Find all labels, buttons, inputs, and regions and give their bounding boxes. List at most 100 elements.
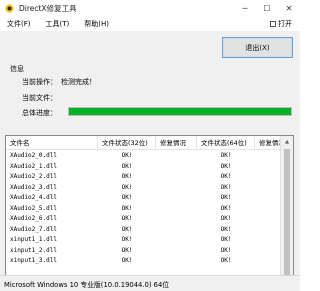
pin-label: 打开	[278, 20, 292, 28]
table-row[interactable]: xinput1_1.dll OK! OK!	[6, 235, 281, 246]
table-row[interactable]: xinput1_2.dll OK! OK!	[6, 246, 281, 257]
status32-cell: OK!	[121, 236, 133, 243]
file-name-cell: xinput1_1.dll	[10, 236, 57, 243]
os-info-text: Microsoft Windows 10 专业版(10.0.19044.0) 6…	[4, 280, 170, 289]
repair64-cell	[255, 193, 281, 204]
status32-cell: OK!	[121, 194, 133, 201]
status32-cell: OK!	[121, 183, 133, 191]
app-icon	[5, 4, 14, 13]
status64-cell: OK!	[220, 204, 232, 212]
close-button[interactable]: ✕	[278, 0, 300, 17]
current-op-label: 当前操作：	[22, 78, 57, 86]
progress-label: 总体进度：	[22, 109, 57, 117]
column-header-repair64[interactable]: 修复情况	[255, 136, 281, 150]
current-op-row: 当前操作： 检测完成！	[22, 77, 96, 87]
table-row[interactable]: XAudio2_4.dll OK! OK!	[6, 193, 281, 204]
file-name-cell: XAudio2_1.dll	[10, 162, 57, 170]
status32-cell: OK!	[121, 257, 133, 264]
status-bar: Microsoft Windows 10 专业版(10.0.19044.0) 6…	[0, 275, 300, 291]
table-row[interactable]: XAudio2_1.dll OK! OK!	[6, 162, 281, 173]
pin-checkbox[interactable]	[270, 21, 276, 27]
table-row[interactable]: XAudio2_5.dll OK! OK!	[6, 204, 281, 215]
table-row[interactable]: XAudio2_7.dll OK! OK!	[6, 225, 281, 236]
repair32-cell	[156, 235, 197, 246]
vertical-scrollbar[interactable]: ▲ ▼	[280, 136, 293, 291]
column-header-status64[interactable]: 文件状态(64位)	[197, 136, 255, 150]
repair32-cell	[156, 204, 197, 215]
file-name-cell: XAudio2_3.dll	[10, 183, 57, 191]
repair64-cell	[255, 235, 281, 246]
menu-file[interactable]: 文件(F)	[0, 19, 39, 29]
scroll-thumb[interactable]	[284, 149, 290, 288]
status64-cell: OK!	[220, 152, 232, 159]
column-header-filename[interactable]: 文件名	[6, 136, 98, 150]
progress-row: 总体进度：	[22, 108, 57, 118]
repair64-cell	[255, 214, 281, 225]
status64-cell: OK!	[220, 162, 232, 170]
table-row[interactable]: XAudio2_3.dll OK! OK!	[6, 183, 281, 194]
repair64-cell	[255, 183, 281, 194]
repair64-cell	[255, 172, 281, 183]
info-section-label: 信息	[10, 65, 24, 73]
file-name-cell: XAudio2_5.dll	[10, 204, 57, 212]
current-op-value: 检测完成！	[61, 78, 96, 86]
status64-cell: OK!	[220, 194, 232, 201]
menu-bar: 文件(F) 工具(T) 帮助(H) 打开	[0, 17, 300, 31]
file-name-cell: XAudio2_2.dll	[10, 173, 57, 180]
scroll-up-arrow-icon[interactable]: ▲	[281, 136, 293, 148]
overall-progress-bar	[68, 107, 292, 116]
file-name-cell: XAudio2_4.dll	[10, 194, 57, 201]
main-panel: 退出(X) 信息 当前操作： 检测完成！ 当前文件： 总体进度： 文件名 文件状…	[0, 31, 300, 291]
minimize-button[interactable]: ─	[234, 0, 256, 17]
status32-cell: OK!	[121, 215, 133, 222]
menu-tools[interactable]: 工具(T)	[39, 19, 78, 29]
current-file-label: 当前文件：	[22, 94, 57, 102]
status64-cell: OK!	[220, 183, 232, 191]
repair32-cell	[156, 162, 197, 173]
maximize-button[interactable]: ☐	[256, 0, 278, 17]
file-name-cell: XAudio2_6.dll	[10, 215, 57, 222]
repair32-cell	[156, 256, 197, 267]
file-name-cell: xinput1_2.dll	[10, 246, 57, 254]
repair64-cell	[255, 246, 281, 257]
repair64-cell	[255, 162, 281, 173]
table-row[interactable]: XAudio2_6.dll OK! OK!	[6, 214, 281, 225]
pin-toggle[interactable]: 打开	[270, 17, 292, 31]
file-status-table[interactable]: 文件名 文件状态(32位) 修复情况 文件状态(64位) 修复情况 XAudio…	[5, 135, 294, 291]
repair64-cell	[255, 225, 281, 236]
repair32-cell	[156, 151, 197, 162]
column-header-repair32[interactable]: 修复情况	[156, 136, 197, 150]
repair32-cell	[156, 214, 197, 225]
status32-cell: OK!	[121, 152, 133, 159]
status64-cell: OK!	[220, 225, 232, 233]
file-name-cell: XAudio2_0.dll	[10, 152, 57, 159]
file-name-cell: XAudio2_7.dll	[10, 225, 57, 233]
window-title: DirectX修复工具	[19, 4, 77, 13]
title-bar: DirectX修复工具 ─ ☐ ✕	[0, 0, 300, 17]
status32-cell: OK!	[121, 173, 133, 180]
status64-cell: OK!	[220, 236, 232, 243]
repair32-cell	[156, 193, 197, 204]
menu-help[interactable]: 帮助(H)	[77, 19, 117, 29]
status32-cell: OK!	[121, 225, 133, 233]
status32-cell: OK!	[121, 162, 133, 170]
window-controls: ─ ☐ ✕	[234, 0, 300, 17]
current-file-row: 当前文件：	[22, 93, 57, 103]
exit-button[interactable]: 退出(X)	[222, 37, 293, 58]
column-header-status32[interactable]: 文件状态(32位)	[98, 136, 156, 150]
repair32-cell	[156, 225, 197, 236]
file-name-cell: xinput1_3.dll	[10, 257, 57, 264]
status64-cell: OK!	[220, 246, 232, 254]
repair32-cell	[156, 246, 197, 257]
status32-cell: OK!	[121, 204, 133, 212]
status32-cell: OK!	[121, 246, 133, 254]
repair32-cell	[156, 183, 197, 194]
status64-cell: OK!	[220, 257, 232, 264]
table-row[interactable]: XAudio2_0.dll OK! OK!	[6, 151, 281, 162]
table-row[interactable]: xinput1_3.dll OK! OK!	[6, 256, 281, 267]
status64-cell: OK!	[220, 215, 232, 222]
table-row[interactable]: XAudio2_2.dll OK! OK!	[6, 172, 281, 183]
repair64-cell	[255, 151, 281, 162]
table-header: 文件名 文件状态(32位) 修复情况 文件状态(64位) 修复情况	[6, 136, 281, 150]
repair64-cell	[255, 256, 281, 267]
